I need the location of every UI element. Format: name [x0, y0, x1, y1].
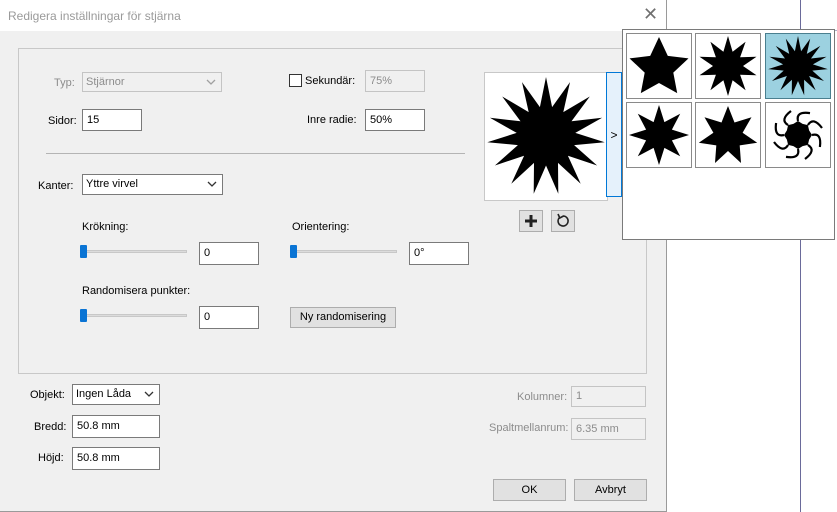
randomize-slider-thumb[interactable] — [80, 309, 87, 322]
object-label: Objekt: — [30, 389, 65, 401]
randomize-points-label: Randomisera punkter: — [82, 285, 191, 297]
orientation-slider-track[interactable] — [292, 250, 397, 253]
chevron-down-icon — [207, 181, 217, 187]
width-field[interactable]: 50.8 mm — [72, 415, 160, 438]
randomize-slider-track[interactable] — [82, 314, 187, 317]
section-divider — [46, 153, 465, 154]
reset-icon — [557, 213, 569, 227]
type-select[interactable]: Stjärnor — [82, 72, 222, 92]
swirl-arm — [796, 111, 811, 122]
star-settings-dialog: Redigera inställningar för stjärna ✕ Typ… — [0, 0, 667, 512]
secondary-field[interactable]: 75% — [365, 70, 425, 92]
inner-radius-field[interactable]: 50% — [365, 109, 425, 131]
type-label: Typ: — [54, 77, 75, 89]
star-presets-popup — [622, 29, 835, 240]
eight-point-star-icon — [629, 105, 689, 165]
columns-field[interactable]: 1 — [571, 386, 646, 407]
secondary-label: Sekundär: — [305, 75, 356, 87]
swirl-arm — [773, 141, 790, 150]
edges-label: Kanter: — [38, 180, 74, 192]
sides-label: Sidor: — [48, 115, 77, 127]
add-preset-button[interactable] — [519, 210, 543, 232]
swirl-arm — [811, 133, 822, 148]
curvature-slider-track[interactable] — [82, 250, 187, 253]
gutter-label: Spaltmellanrum: — [489, 422, 569, 434]
reset-preset-button[interactable] — [551, 210, 575, 232]
swirl-core — [784, 121, 812, 149]
swirl-star-icon — [773, 110, 823, 160]
inner-radius-label: Inre radie: — [307, 114, 357, 126]
gutter-field[interactable]: 6.35 mm — [571, 418, 646, 440]
chevron-down-icon — [206, 79, 216, 85]
star-shape — [699, 36, 757, 96]
star-preview — [484, 72, 608, 201]
five-point-star-icon — [629, 37, 689, 94]
star-shape — [487, 77, 605, 194]
orientation-field[interactable]: 0° — [409, 242, 469, 265]
type-value: Stjärnor — [86, 76, 125, 88]
star-shape — [629, 37, 689, 94]
sides-field[interactable]: 15 — [82, 109, 142, 131]
ok-button[interactable]: OK — [493, 479, 566, 501]
width-label: Bredd: — [34, 421, 67, 433]
cancel-button[interactable]: Avbryt — [574, 479, 647, 501]
curvature-slider-thumb[interactable] — [80, 245, 87, 258]
preset-fifteen-point-star[interactable] — [765, 33, 831, 99]
fifteen-point-star-icon — [768, 36, 828, 96]
height-label: Höjd: — [38, 452, 64, 464]
preset-ten-point-star[interactable] — [695, 33, 761, 99]
orientation-slider-thumb[interactable] — [290, 245, 297, 258]
close-icon[interactable]: ✕ — [643, 5, 658, 23]
orientation-label: Orientering: — [292, 221, 350, 233]
star-shape — [629, 105, 689, 165]
new-randomize-button[interactable]: Ny randomisering — [290, 307, 396, 328]
chevron-down-icon — [144, 391, 154, 397]
star-shape — [768, 36, 828, 96]
star-preview-shape — [487, 77, 605, 194]
ten-point-star-icon — [699, 36, 757, 96]
edges-value: Yttre virvel — [86, 178, 138, 190]
swirl-arm — [804, 143, 813, 160]
swirl-arm — [774, 122, 785, 137]
expand-presets-button[interactable]: > — [606, 72, 622, 197]
dialog-title: Redigera inställningar för stjärna — [8, 9, 181, 23]
height-field[interactable]: 50.8 mm — [72, 447, 160, 470]
preset-seven-point-star[interactable] — [695, 102, 761, 168]
preset-eight-point-star[interactable] — [626, 102, 692, 168]
randomize-field[interactable]: 0 — [199, 306, 259, 329]
columns-label: Kolumner: — [517, 391, 568, 403]
seven-point-star-icon — [698, 106, 758, 163]
secondary-checkbox[interactable] — [289, 74, 302, 87]
preset-swirl-star[interactable] — [765, 102, 831, 168]
object-select[interactable]: Ingen Låda — [72, 384, 160, 405]
title-bar: Redigera inställningar för stjärna ✕ — [0, 0, 666, 31]
preset-five-point-star[interactable] — [626, 33, 692, 99]
swirl-arm — [785, 148, 800, 159]
star-shape — [698, 106, 758, 163]
swirl-arm — [783, 110, 792, 127]
swirl-arm — [806, 120, 823, 129]
curvature-label: Krökning: — [82, 221, 129, 233]
curvature-field[interactable]: 0 — [199, 242, 259, 265]
object-value: Ingen Låda — [76, 388, 132, 400]
edges-select[interactable]: Yttre virvel — [82, 174, 223, 195]
plus-icon — [525, 215, 537, 227]
